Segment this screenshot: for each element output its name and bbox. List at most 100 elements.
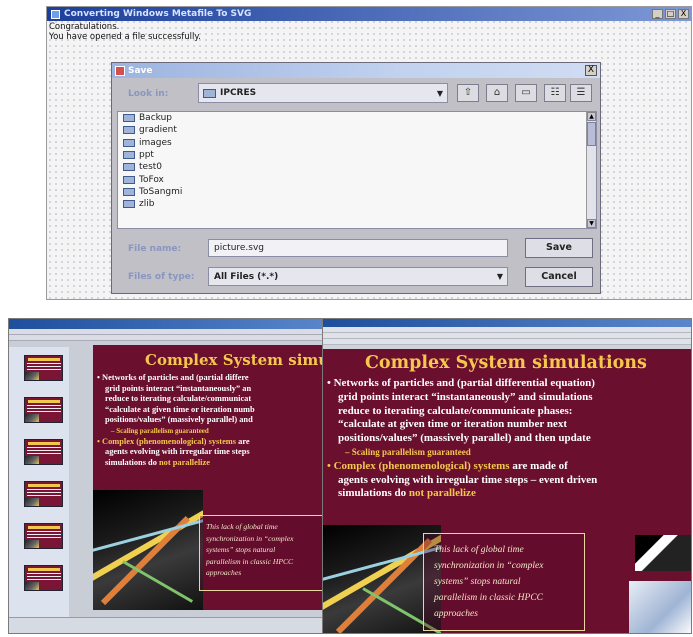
- slide-thumbnail[interactable]: [24, 523, 63, 549]
- file-list-item[interactable]: test0: [118, 161, 596, 173]
- file-name: ppt: [139, 150, 154, 161]
- file-name-field[interactable]: picture.svg: [208, 239, 508, 257]
- browser-address-bar[interactable]: [323, 339, 691, 345]
- list-view-icon[interactable]: ☷: [544, 84, 566, 102]
- ppt-slide: Complex System simula • Networks of part…: [93, 345, 335, 610]
- message-line-2: You have opened a file successfully.: [49, 32, 201, 42]
- home-icon[interactable]: ⌂: [486, 84, 508, 102]
- slide-b2-line3-yellow: not parallelize: [408, 487, 476, 500]
- folder-icon: [123, 175, 135, 184]
- scroll-down-icon[interactable]: ▼: [587, 219, 596, 228]
- slide-thumbnail[interactable]: [24, 439, 63, 465]
- slide-line-1: • Networks of particles and (partial dif…: [327, 377, 595, 389]
- file-list-item[interactable]: ToSangmi: [118, 186, 596, 198]
- scroll-up-icon[interactable]: ▲: [587, 112, 596, 121]
- details-view-icon[interactable]: ☰: [570, 84, 592, 102]
- minimize-button[interactable]: _: [652, 9, 663, 19]
- folder-icon: [203, 88, 216, 98]
- file-name: ToSangmi: [139, 186, 183, 197]
- browser-slide: Complex System simulations • Networks of…: [323, 349, 691, 633]
- browser-title-bar: [323, 319, 691, 327]
- slide-b2-line2: agents evolving with irregular time step…: [338, 473, 598, 486]
- look-in-label: Look in:: [128, 89, 169, 99]
- file-list-item[interactable]: Backup: [118, 112, 596, 124]
- window-title-bar: Converting Windows Metafile To SVG _ □ X: [47, 7, 691, 21]
- file-list-item[interactable]: images: [118, 137, 596, 149]
- maximize-button[interactable]: □: [665, 9, 676, 19]
- folder-icon: [123, 126, 135, 135]
- ppt-callout-line-4: parallelism in classic HPCC: [206, 556, 294, 566]
- slide-line-3: reduce to iterating calculate/communicat…: [338, 404, 573, 417]
- dialog-close-button[interactable]: X: [585, 65, 597, 76]
- look-in-row: Look in: IPCRES ▼ ⇧ ⌂ ▭ ☷ ☰: [112, 83, 600, 105]
- chevron-down-icon: ▼: [496, 272, 503, 281]
- message-line-1: Congratulations.: [49, 22, 120, 32]
- file-name: gradient: [139, 125, 177, 136]
- file-name-label: File name:: [128, 244, 182, 254]
- dialog-title: Save: [128, 65, 153, 76]
- slide-thumbnail[interactable]: [24, 355, 63, 381]
- slide-thumbnail[interactable]: [24, 397, 63, 423]
- ppt-line-4: “calculate at given time or iteration nu…: [105, 404, 255, 414]
- slide-sub-bullet: – Scaling parallelism guaranteed: [345, 446, 471, 457]
- file-list[interactable]: Backup gradient images ppt test0 ToFox ToSangm…: [117, 111, 597, 229]
- cancel-button[interactable]: Cancel: [525, 267, 593, 287]
- file-name: zlib: [139, 199, 155, 210]
- ppt-callout-line-3: systems” stops natural: [206, 545, 276, 554]
- ppt-sub-bullet: – Scaling parallelism guaranteed: [111, 426, 209, 435]
- folder-icon: [123, 187, 135, 196]
- chevron-down-icon: ▼: [436, 88, 443, 98]
- slide-title: Complex System simulations: [365, 353, 647, 373]
- files-of-type-value: All Files (*.*): [214, 271, 279, 282]
- ppt-title-bar: [9, 319, 335, 329]
- ppt-toolbar: [9, 335, 335, 341]
- browser-window: Complex System simulations • Networks of…: [322, 318, 692, 634]
- ppt-callout: This lack of global time synchronization…: [199, 515, 333, 591]
- slide-line-5: positions/values” (massively parallel) a…: [338, 432, 591, 445]
- slide-callout: This lack of global time synchronization…: [423, 533, 585, 631]
- up-folder-icon[interactable]: ⇧: [457, 84, 479, 102]
- dialog-title-bar: Save X: [112, 63, 600, 78]
- file-name: images: [139, 137, 172, 148]
- slide-b2-yellow: • Complex (phenomenological) systems: [327, 459, 510, 472]
- file-list-item[interactable]: ppt: [118, 149, 596, 161]
- scrollbar-thumb[interactable]: [587, 122, 596, 146]
- ppt-b2-line3-yellow: not parallelize: [159, 457, 210, 467]
- ppt-status-bar: [9, 617, 335, 633]
- app-icon: [51, 9, 60, 19]
- slide-image-highway: [635, 535, 691, 571]
- file-name: Backup: [139, 113, 172, 124]
- callout-line-2: synchronization in “complex: [434, 561, 544, 571]
- file-list-item[interactable]: ToFox: [118, 173, 596, 185]
- folder-icon: [123, 151, 135, 160]
- ppt-b2-line2: agents evolving with irregular time step…: [105, 447, 250, 457]
- file-list-item[interactable]: zlib: [118, 198, 596, 210]
- slide-line-4: “calculate at given time or iteration nu…: [338, 418, 568, 431]
- file-list-item[interactable]: gradient: [118, 124, 596, 136]
- slide-b2-line3-white: simulations do: [338, 487, 409, 500]
- ppt-road-image: [93, 490, 203, 610]
- ppt-callout-line-1: This lack of global time: [206, 522, 278, 531]
- callout-line-4: parallelism in classic HPCC: [434, 593, 543, 603]
- ppt-line-3: reduce to iterating calculate/communicat: [105, 394, 252, 404]
- file-name: test0: [139, 162, 163, 173]
- slide-thumbnail[interactable]: [24, 481, 63, 507]
- ppt-slide-body: • Networks of particles and (partial dif…: [97, 373, 255, 468]
- file-list-scrollbar[interactable]: ▲ ▼: [586, 112, 596, 228]
- ppt-callout-line-5: approaches: [206, 568, 242, 577]
- look-in-value: IPCRES: [220, 88, 257, 98]
- files-of-type-dropdown[interactable]: All Files (*.*) ▼: [208, 267, 508, 286]
- powerpoint-window: Complex System simula • Networks of part…: [8, 318, 336, 634]
- look-in-dropdown[interactable]: IPCRES ▼: [198, 83, 448, 103]
- ppt-line-2: grid points interact “instantaneously” a…: [105, 383, 252, 393]
- slide-thumbnail[interactable]: [24, 565, 63, 591]
- save-button[interactable]: Save: [525, 238, 593, 258]
- callout-line-5: approaches: [434, 609, 478, 619]
- new-folder-icon[interactable]: ▭: [515, 84, 537, 102]
- save-dialog-icon: [115, 65, 125, 76]
- folder-icon: [123, 163, 135, 172]
- close-button[interactable]: X: [678, 9, 689, 19]
- ppt-b2-yellow: • Complex (phenomenological) systems: [97, 436, 237, 446]
- folder-icon: [123, 114, 135, 123]
- callout-line-1: This lack of global time: [434, 545, 524, 555]
